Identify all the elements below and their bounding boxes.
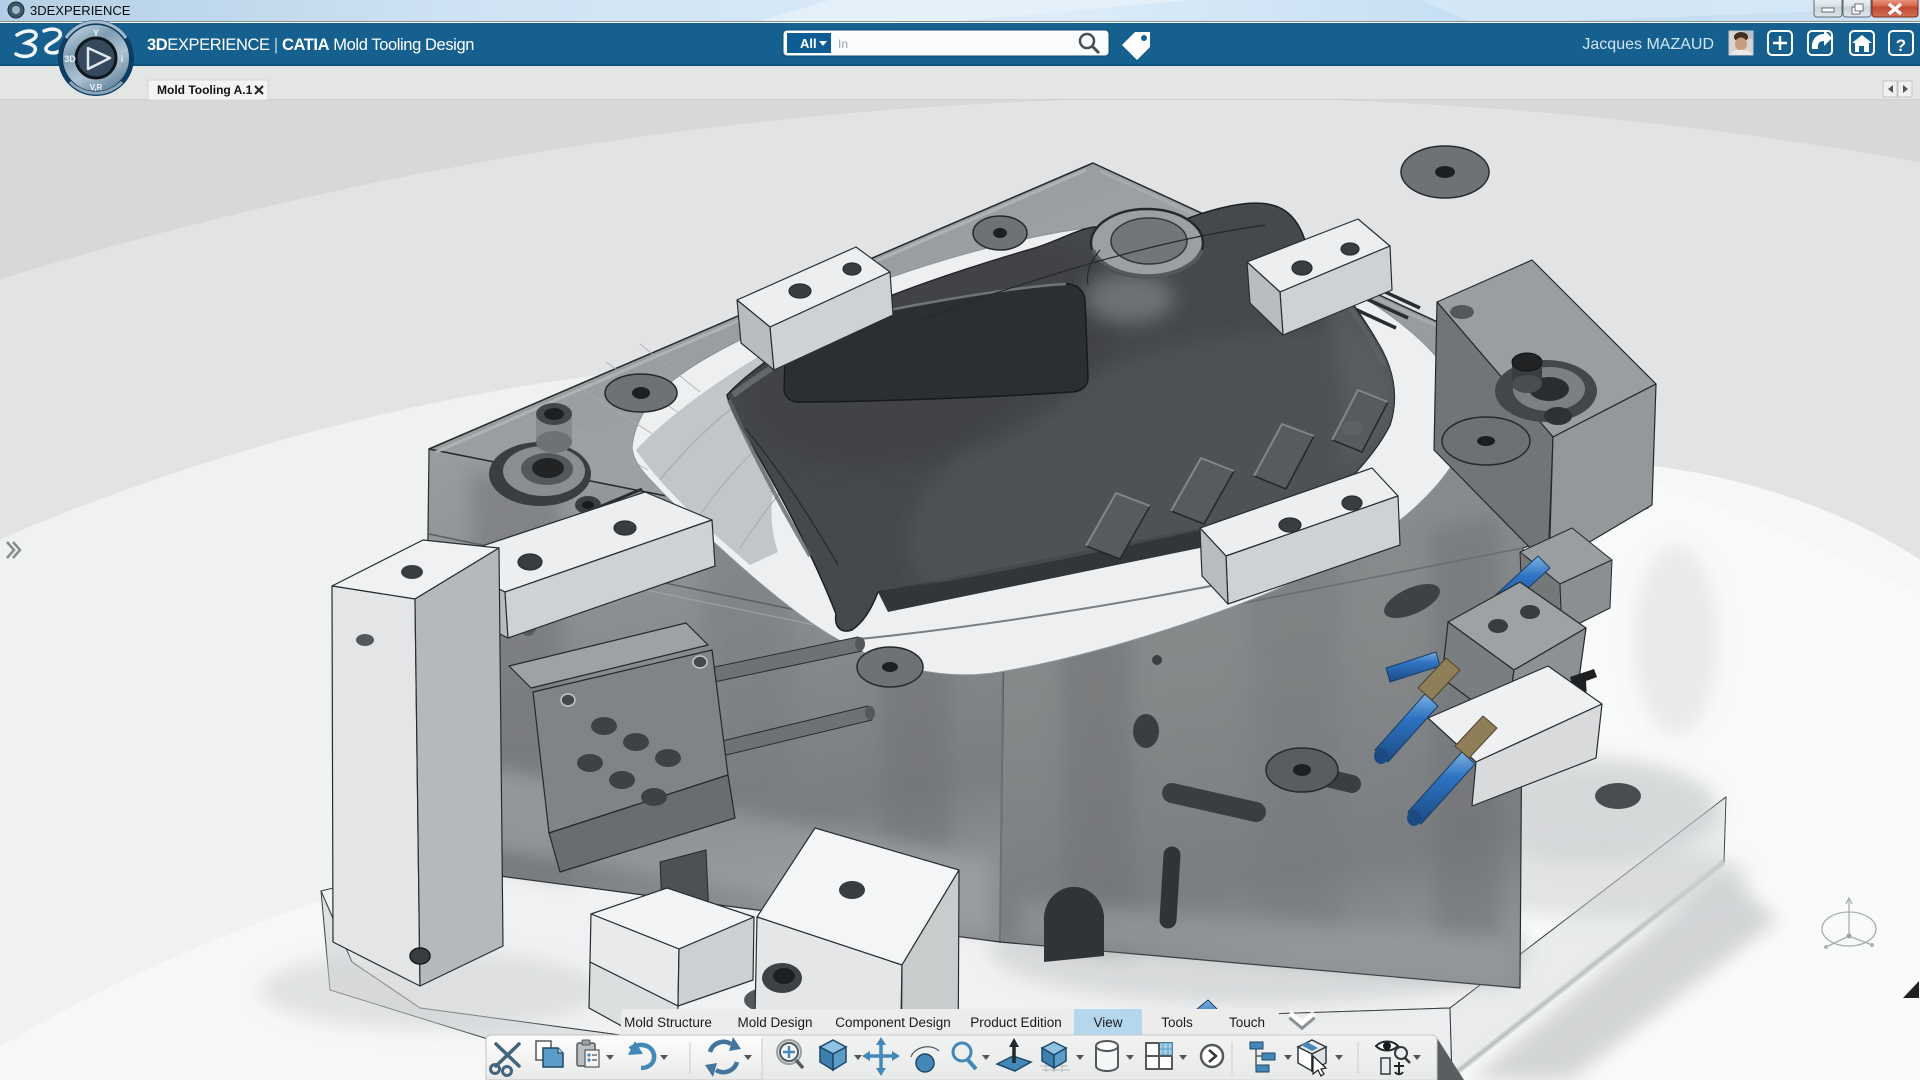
svg-text:Product Edition: Product Edition — [970, 1015, 1062, 1030]
svg-text:Mold Design: Mold Design — [737, 1015, 812, 1030]
svg-text:Tools: Tools — [1161, 1015, 1193, 1030]
svg-text:3DEXPERIENCE: 3DEXPERIENCE — [30, 3, 131, 18]
svg-text:V,R: V,R — [90, 83, 103, 92]
svg-text:In: In — [838, 37, 848, 51]
svg-text:Y: Y — [93, 28, 99, 38]
svg-text:All: All — [800, 36, 817, 51]
svg-text:3DEXPERIENCE | CATIA Mold Tool: 3DEXPERIENCE | CATIA Mold Tooling Design — [147, 36, 474, 54]
svg-text:?: ? — [1896, 36, 1906, 55]
svg-text:i: i — [121, 54, 124, 64]
svg-text:Component Design: Component Design — [835, 1015, 951, 1030]
svg-text:3D: 3D — [64, 54, 76, 64]
svg-text:Mold Tooling A.1: Mold Tooling A.1 — [157, 83, 253, 97]
svg-text:Touch: Touch — [1229, 1015, 1265, 1030]
svg-text:Mold Structure: Mold Structure — [624, 1015, 712, 1030]
svg-text:Jacques MAZAUD: Jacques MAZAUD — [1582, 36, 1714, 53]
svg-text:View: View — [1093, 1015, 1122, 1030]
